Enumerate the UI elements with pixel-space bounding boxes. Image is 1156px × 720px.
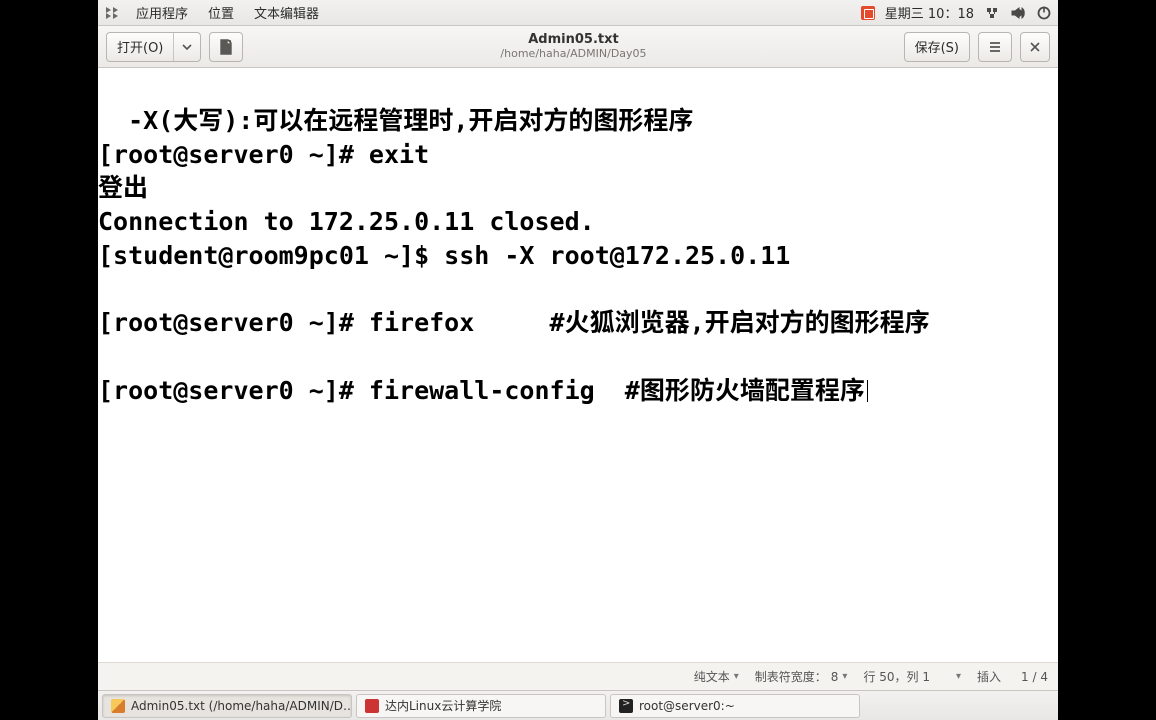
open-button[interactable]: 打开(O)	[106, 32, 201, 62]
syntax-mode-selector[interactable]: 纯文本 ▾	[694, 668, 739, 685]
open-button-label: 打开(O)	[107, 33, 174, 61]
tab-width-value: 8	[831, 670, 839, 684]
chevron-down-icon[interactable]: ▾	[956, 671, 961, 682]
activities-icon[interactable]	[104, 5, 120, 21]
insert-mode[interactable]: 插入	[977, 668, 1001, 685]
current-app-menu[interactable]: 文本编辑器	[250, 3, 323, 22]
tab-width-selector[interactable]: 制表符宽度： 8 ▾	[755, 668, 848, 685]
save-button[interactable]: 保存(S)	[904, 32, 970, 62]
top-panel: 应用程序 位置 文本编辑器 星期三 10：18	[98, 0, 1058, 26]
tab-width-label: 制表符宽度：	[755, 668, 827, 685]
editor-textarea[interactable]: -X(大写):可以在远程管理时,开启对方的图形程序 [root@server0 …	[98, 68, 1058, 662]
editor-line: 登出	[98, 173, 148, 202]
editor-line: [root@server0 ~]# firewall-config #图形防火墙…	[98, 376, 865, 405]
editor-line: [root@server0 ~]# firefox #火狐浏览器,开启对方的图形…	[98, 308, 930, 337]
places-menu[interactable]: 位置	[204, 3, 238, 22]
hamburger-menu-button[interactable]	[978, 32, 1012, 62]
taskbar-item-gedit[interactable]: Admin05.txt (/home/haha/ADMIN/D…	[102, 694, 352, 718]
editor-line: [student@room9pc01 ~]$ ssh -X root@172.2…	[98, 241, 790, 270]
text-editor-icon	[111, 699, 125, 713]
taskbar-item-terminal[interactable]: root@server0:~	[610, 694, 860, 718]
power-icon[interactable]	[1036, 5, 1052, 21]
statusbar: 纯文本 ▾ 制表符宽度： 8 ▾ 行 50，列 1 ▾ 插入 1 / 4	[98, 662, 1058, 690]
applications-menu[interactable]: 应用程序	[132, 3, 192, 22]
syntax-mode-label: 纯文本	[694, 668, 730, 685]
chevron-down-icon: ▾	[734, 671, 739, 682]
volume-icon[interactable]	[1010, 5, 1026, 21]
chevron-down-icon[interactable]	[174, 33, 200, 61]
editor-line: Connection to 172.25.0.11 closed.	[98, 207, 595, 236]
window-title: Admin05.txt	[251, 33, 895, 48]
taskbar-item-label: Admin05.txt (/home/haha/ADMIN/D…	[131, 699, 352, 713]
new-document-button[interactable]	[209, 32, 243, 62]
text-cursor	[867, 380, 868, 402]
terminal-icon	[619, 699, 633, 713]
window-subtitle: /home/haha/ADMIN/Day05	[251, 48, 895, 61]
chevron-down-icon: ▾	[842, 671, 847, 682]
taskbar-item-label: root@server0:~	[639, 699, 735, 713]
close-button[interactable]	[1020, 32, 1050, 62]
notification-icon[interactable]	[861, 6, 875, 20]
editor-line: -X(大写):可以在远程管理时,开启对方的图形程序	[98, 106, 693, 135]
network-icon[interactable]	[984, 5, 1000, 21]
taskbar-item-rhce[interactable]: 达内Linux云计算学院	[356, 694, 606, 718]
rhce-icon	[365, 699, 379, 713]
bottom-taskbar: Admin05.txt (/home/haha/ADMIN/D… 达内Linux…	[98, 690, 1058, 720]
editor-line: [root@server0 ~]# exit	[98, 140, 429, 169]
taskbar-item-label: 达内Linux云计算学院	[385, 697, 501, 714]
cursor-position: 行 50，列 1 ▾	[863, 668, 961, 685]
titlebar: 打开(O) Admin05.txt /home/haha/ADMIN/Day05…	[98, 26, 1058, 68]
clock[interactable]: 星期三 10：18	[885, 3, 974, 22]
scroll-position: 1 / 4	[1021, 670, 1048, 684]
